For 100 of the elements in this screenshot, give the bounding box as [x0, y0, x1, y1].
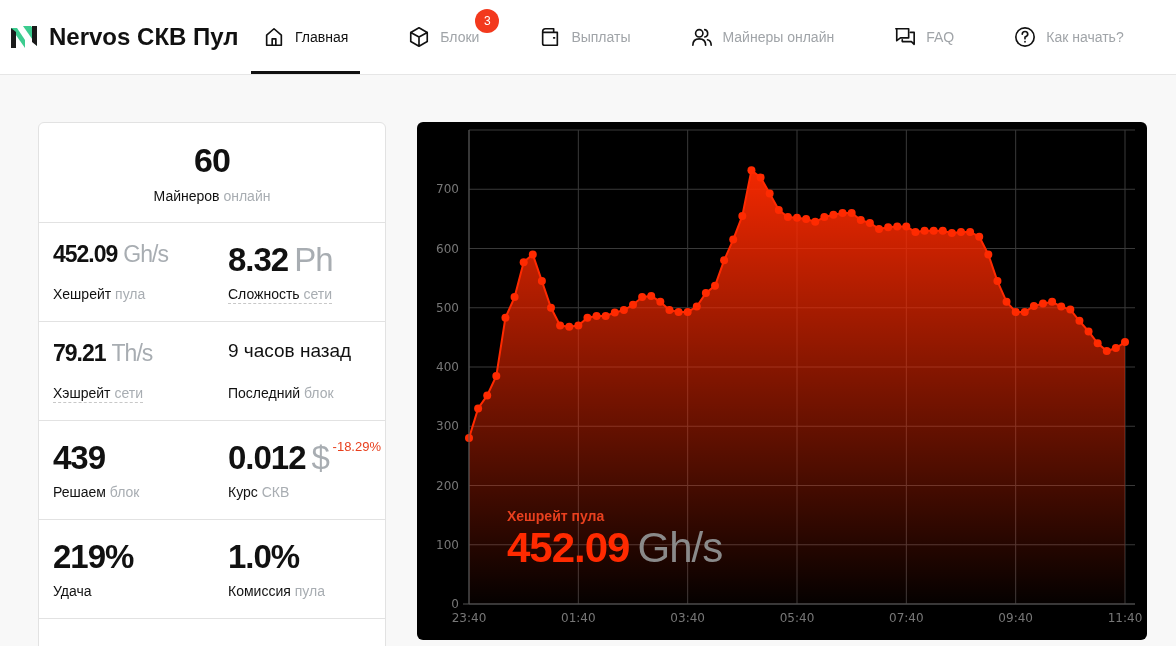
data-point	[729, 235, 738, 244]
data-point	[1093, 339, 1102, 348]
data-point	[1048, 297, 1057, 306]
data-point	[820, 213, 829, 222]
data-point	[565, 322, 574, 331]
data-point	[829, 210, 838, 219]
stat-label: Последний блок	[228, 385, 334, 401]
home-icon	[263, 26, 285, 48]
data-point	[601, 312, 610, 321]
data-point	[1020, 307, 1029, 316]
data-point	[756, 173, 765, 182]
axis-label: 500	[436, 300, 459, 315]
stat-value: 452.09 Gh/s	[53, 241, 168, 268]
data-point	[1084, 327, 1093, 336]
nav-tab[interactable]: Главная	[251, 0, 361, 74]
logo-icon	[11, 26, 37, 48]
data-point	[619, 306, 628, 315]
data-point	[984, 250, 993, 259]
data-point	[556, 321, 565, 330]
nav-tab[interactable]: FAQ	[882, 0, 967, 74]
nav-tab[interactable]: Майнеры онлайн	[678, 0, 847, 74]
data-point	[783, 213, 792, 222]
data-point	[929, 226, 938, 235]
data-point	[938, 226, 947, 235]
data-point	[902, 222, 911, 231]
stat-value: 219%	[53, 538, 134, 576]
data-point	[720, 256, 729, 265]
axis-label: 09:40	[998, 611, 1033, 625]
stat-label: Решаем блок	[53, 484, 140, 500]
data-point	[683, 307, 692, 316]
data-point	[1066, 305, 1075, 314]
data-point	[1111, 344, 1120, 353]
stat-label: Сложность сети	[228, 286, 333, 304]
count-badge: 3	[475, 9, 500, 33]
data-point	[738, 211, 747, 220]
data-point	[920, 226, 929, 235]
stat-label: Майнеров онлайн	[153, 188, 271, 204]
stat-label: Курс СКВ	[228, 484, 290, 500]
axis-label: 600	[436, 241, 459, 256]
data-point	[1002, 297, 1011, 306]
data-point	[510, 293, 519, 302]
help-icon	[1014, 26, 1037, 48]
nav-tab[interactable]: Выплаты	[527, 0, 643, 74]
data-point	[856, 216, 865, 225]
axis-label: 03:40	[670, 611, 705, 625]
data-point	[884, 223, 893, 232]
data-point	[528, 250, 537, 259]
chat-icon	[894, 26, 917, 48]
data-point	[656, 297, 665, 306]
axis-label: 700	[436, 182, 459, 197]
stat-value: 0.012 $	[228, 439, 329, 477]
data-point	[519, 258, 528, 267]
axis-label: 200	[436, 478, 459, 493]
data-point	[665, 306, 674, 315]
stat-value: 79.21 Th/s	[53, 340, 153, 367]
stat-label: Удача	[53, 583, 92, 599]
axis-label: 01:40	[561, 611, 596, 625]
data-point	[911, 227, 920, 236]
stat-value: 9 часов назад	[228, 340, 352, 362]
data-point	[847, 208, 856, 217]
stat-value: 439	[53, 439, 106, 477]
axis-label: 07:40	[889, 611, 924, 625]
data-point	[701, 288, 710, 297]
users-icon	[690, 26, 713, 48]
data-point	[537, 277, 546, 286]
cube-icon	[408, 26, 431, 48]
data-point	[811, 217, 820, 226]
axis-label: 23:40	[451, 611, 487, 625]
data-point	[966, 227, 975, 236]
nav-tab[interactable]: Как начать?	[1002, 0, 1136, 74]
data-point	[1011, 307, 1020, 316]
data-point	[547, 303, 555, 312]
stat-label: Хэшрейт сети	[53, 385, 143, 403]
data-point	[483, 391, 492, 400]
data-point	[1075, 316, 1084, 325]
chart-reading: 452.09 Gh/s	[507, 524, 723, 572]
data-point	[993, 277, 1002, 286]
data-point	[765, 189, 774, 198]
axis-label: 05:40	[779, 611, 815, 625]
data-point	[893, 222, 902, 231]
data-point	[647, 291, 656, 300]
axis-label: 300	[436, 419, 459, 434]
data-point	[674, 307, 683, 316]
data-point	[802, 214, 811, 223]
data-point	[692, 302, 701, 311]
stat-label: Хешрейт пула	[53, 286, 146, 302]
data-point	[465, 434, 473, 443]
data-point	[474, 404, 483, 413]
data-point	[574, 321, 583, 330]
data-point	[838, 208, 847, 217]
stat-label: Комиссия пула	[228, 583, 325, 599]
data-point	[583, 313, 592, 322]
stat-value: 1.0%	[228, 538, 300, 576]
stat-value: 60	[194, 141, 230, 180]
data-point	[492, 371, 501, 380]
data-point	[592, 312, 601, 321]
stat-value: 8.32 Ph	[228, 241, 333, 279]
axis-label: 11:40	[1107, 611, 1143, 625]
data-point	[747, 166, 756, 175]
axis-label: 100	[436, 537, 459, 552]
